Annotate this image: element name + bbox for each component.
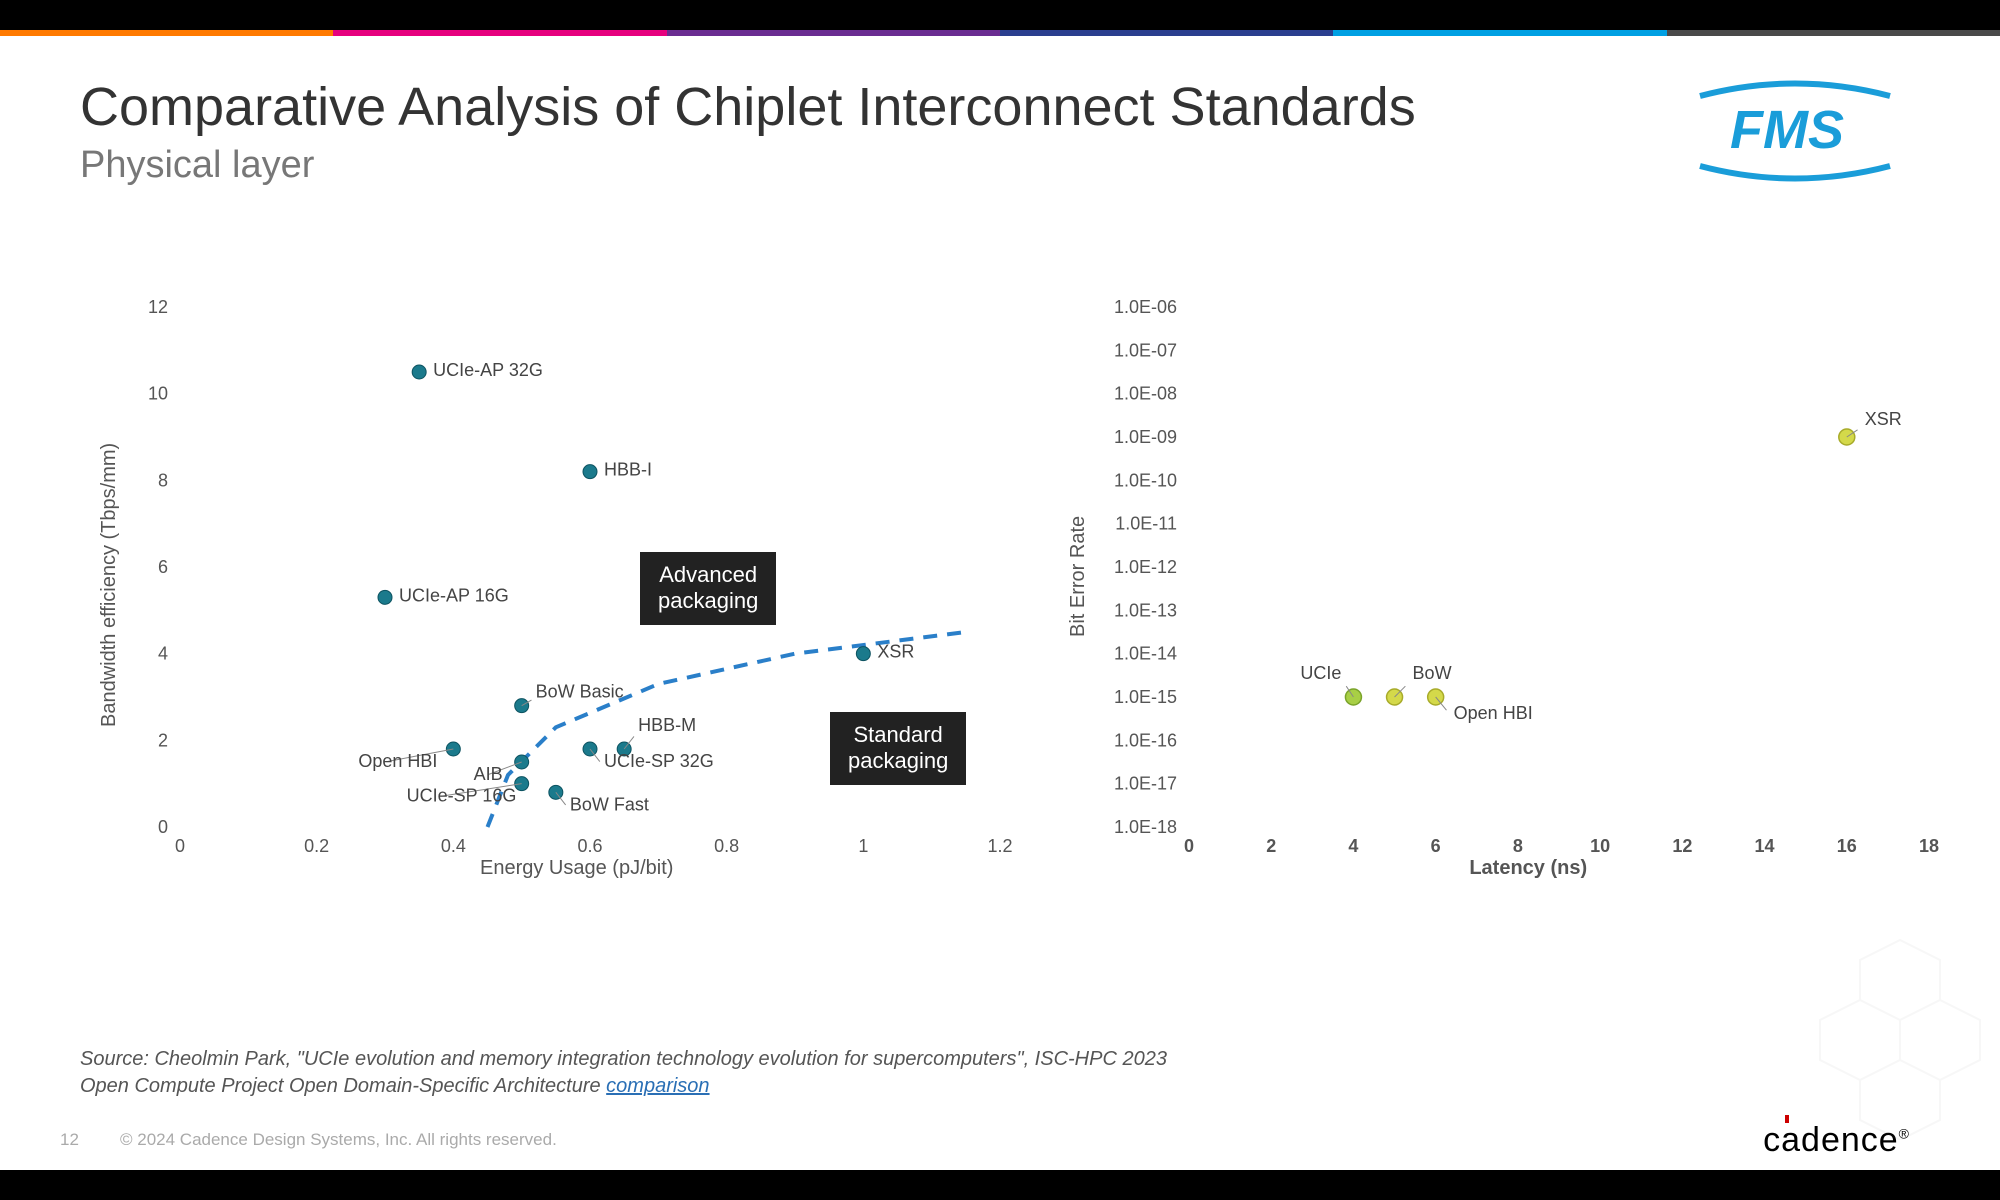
svg-text:1.0E-13: 1.0E-13 [1114,600,1177,620]
chart-ber-vs-latency: 0246810121416181.0E-061.0E-071.0E-081.0E… [1049,297,1920,887]
svg-text:XSR: XSR [877,642,914,662]
svg-text:0.6: 0.6 [577,836,602,856]
chart1-ylabel: Bandwidth efficiency (Tbps/mm) [98,443,121,727]
source-line1: Source: Cheolmin Park, "UCIe evolution a… [80,1046,1167,1073]
source-citation: Source: Cheolmin Park, "UCIe evolution a… [80,1046,1167,1100]
svg-text:UCIe-AP 16G: UCIe-AP 16G [399,585,509,605]
svg-text:0: 0 [158,817,168,837]
svg-text:1.0E-17: 1.0E-17 [1114,774,1177,794]
svg-text:FMS: FMS [1730,100,1844,160]
svg-text:4: 4 [158,644,168,664]
page-number: 12 [60,1130,79,1150]
source-link[interactable]: comparison [606,1075,709,1097]
svg-text:1.0E-11: 1.0E-11 [1116,514,1178,534]
svg-text:2: 2 [158,730,168,750]
svg-text:0: 0 [1184,836,1194,856]
callout-standard-packaging: Standardpackaging [830,712,966,785]
svg-text:0.8: 0.8 [714,836,739,856]
svg-text:6: 6 [158,557,168,577]
svg-text:4: 4 [1349,836,1359,856]
svg-text:0: 0 [175,836,185,856]
svg-text:1.0E-14: 1.0E-14 [1114,644,1177,664]
chart-bandwidth-vs-energy: 00.20.40.60.811.2024681012UCIe-AP 32GUCI… [80,297,989,887]
svg-text:0.4: 0.4 [441,836,466,856]
svg-text:2: 2 [1267,836,1277,856]
svg-text:1.0E-16: 1.0E-16 [1114,730,1177,750]
svg-text:UCIe: UCIe [1301,663,1342,683]
svg-text:AIB: AIB [474,764,503,784]
slide-title: Comparative Analysis of Chiplet Intercon… [80,76,1920,138]
source-line2-prefix: Open Compute Project Open Domain-Specifi… [80,1075,606,1097]
svg-text:UCIe-AP 32G: UCIe-AP 32G [433,360,543,380]
svg-text:8: 8 [1513,836,1523,856]
svg-text:12: 12 [1673,836,1693,856]
svg-text:BoW Fast: BoW Fast [570,794,649,814]
cadence-logo: cadence® [1763,1121,1910,1160]
copyright-text: © 2024 Cadence Design Systems, Inc. All … [120,1130,557,1150]
svg-text:1.0E-15: 1.0E-15 [1114,687,1177,707]
svg-text:1.0E-07: 1.0E-07 [1114,340,1177,360]
slide-body: Comparative Analysis of Chiplet Intercon… [0,36,2000,1170]
svg-text:1.0E-10: 1.0E-10 [1114,470,1177,490]
fms-logo: FMS [1680,76,1910,191]
top-black-bar [0,0,2000,30]
slide-subtitle: Physical layer [80,144,1920,187]
svg-text:XSR: XSR [1865,409,1902,429]
svg-text:10: 10 [148,384,168,404]
svg-text:1.0E-06: 1.0E-06 [1114,297,1177,317]
svg-text:HBB-I: HBB-I [604,460,652,480]
svg-text:Open HBI: Open HBI [1454,703,1533,723]
svg-text:6: 6 [1431,836,1441,856]
svg-text:1: 1 [858,836,868,856]
svg-text:8: 8 [158,470,168,490]
svg-text:UCIe-SP 32G: UCIe-SP 32G [604,751,714,771]
svg-text:18: 18 [1919,836,1939,856]
svg-text:1.2: 1.2 [987,836,1012,856]
svg-text:12: 12 [148,297,168,317]
callout-text: Advancedpackaging [658,562,758,613]
source-line2: Open Compute Project Open Domain-Specifi… [80,1073,1167,1100]
svg-text:UCIe-SP 16G: UCIe-SP 16G [407,786,517,806]
svg-text:BoW: BoW [1413,663,1452,683]
svg-text:Open HBI: Open HBI [358,751,437,771]
svg-text:1.0E-08: 1.0E-08 [1114,384,1177,404]
svg-text:1.0E-12: 1.0E-12 [1114,557,1177,577]
callout-text: Standardpackaging [848,722,948,773]
svg-text:1.0E-18: 1.0E-18 [1114,817,1177,837]
chart2-xlabel: Latency (ns) [1469,857,1587,880]
chart1-xlabel: Energy Usage (pJ/bit) [480,857,673,880]
svg-text:0.2: 0.2 [304,836,329,856]
bottom-black-bar [0,1170,2000,1200]
callout-advanced-packaging: Advancedpackaging [640,552,776,625]
svg-text:16: 16 [1837,836,1857,856]
chart2-ylabel: Bit Error Rate [1067,516,1090,637]
svg-text:14: 14 [1755,836,1775,856]
charts-row: 0 0.2 0.4 0.6 0.8 1 1.2 0 2 4 6 8 10 12 UCIe-AP 32G UCI… [80,297,1920,887]
svg-text:10: 10 [1590,836,1610,856]
svg-text:BoW Basic: BoW Basic [536,682,624,702]
svg-text:1.0E-09: 1.0E-09 [1114,427,1177,447]
svg-text:HBB-M: HBB-M [638,715,696,735]
